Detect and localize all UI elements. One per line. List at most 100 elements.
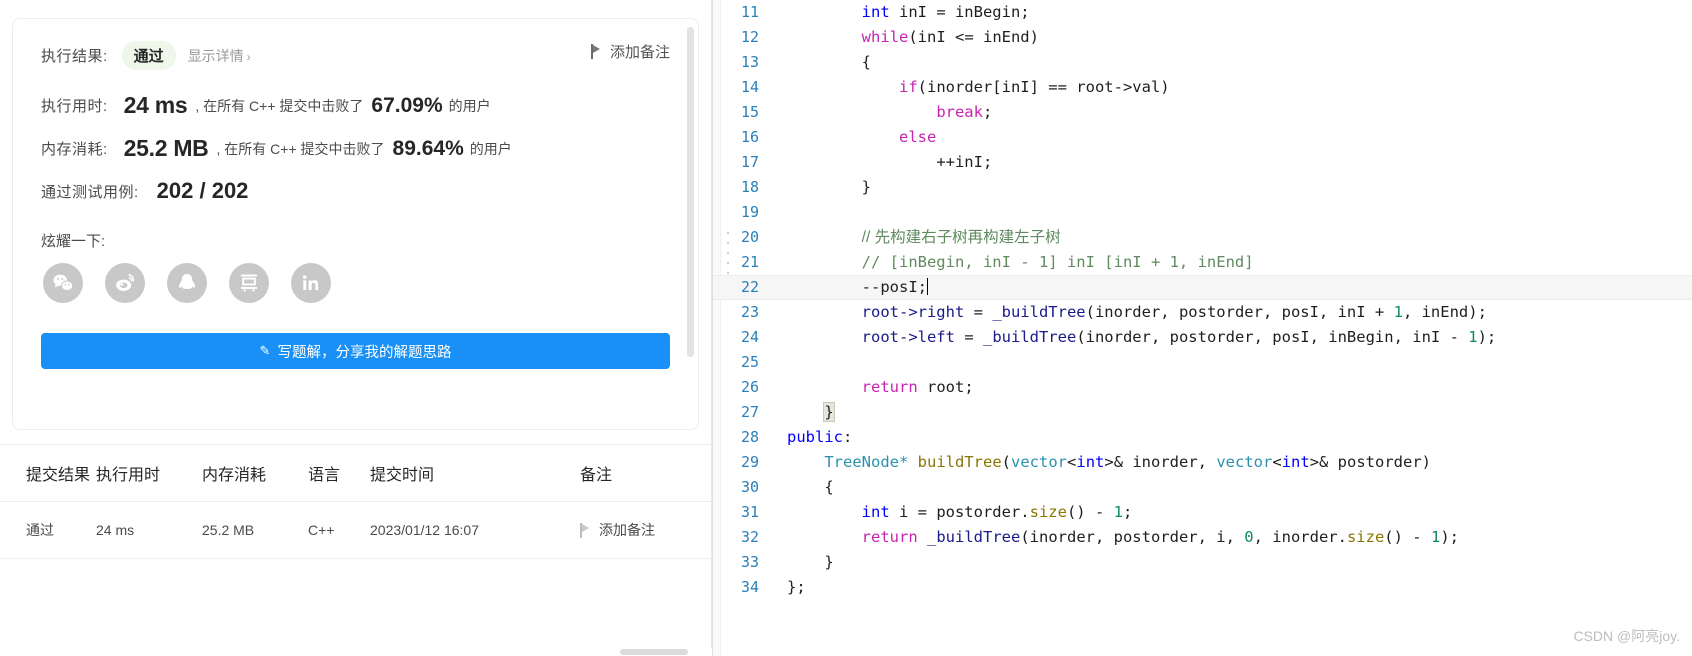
- code-line[interactable]: 30 {: [713, 475, 1692, 500]
- code-token: int: [861, 503, 890, 521]
- code-line[interactable]: 27 }: [713, 400, 1692, 425]
- code-line[interactable]: 14 if(inorder[inI] == root->val): [713, 75, 1692, 100]
- submissions-table-wrapper: 提交结果 执行用时 内存消耗 语言 提交时间 备注 通过 24 ms 25.2 …: [0, 444, 711, 656]
- flag-icon: [590, 44, 603, 59]
- code-token: if: [898, 78, 918, 96]
- code-text: }: [775, 550, 834, 575]
- line-number: 15: [740, 103, 759, 121]
- share-label: 炫耀一下:: [41, 233, 106, 250]
- code-line[interactable]: 22 --posI;: [713, 275, 1692, 300]
- memory-value: 25.2 MB: [123, 135, 209, 161]
- code-line[interactable]: 26 return root;: [713, 375, 1692, 400]
- code-token: }: [824, 553, 834, 571]
- weibo-icon[interactable]: [105, 263, 145, 303]
- line-number: 26: [740, 378, 759, 396]
- code-line[interactable]: 29 TreeNode* buildTree(vector<int>& inor…: [713, 450, 1692, 475]
- code-line[interactable]: 23 root->right = _buildTree(inorder, pos…: [713, 300, 1692, 325]
- write-solution-label: 写题解，分享我的解题思路: [277, 344, 452, 361]
- cell-note[interactable]: 添加备注: [580, 501, 711, 559]
- code-text: return root;: [775, 375, 974, 400]
- code-token: 1: [1468, 328, 1478, 346]
- cell-language: C++: [308, 501, 370, 559]
- linkedin-icon[interactable]: [291, 263, 331, 303]
- code-line[interactable]: 19: [713, 200, 1692, 225]
- code-token: return: [861, 378, 918, 396]
- code-line[interactable]: 13 {: [713, 50, 1692, 75]
- code-token: root->left: [861, 328, 955, 346]
- wechat-icon[interactable]: [43, 263, 83, 303]
- memory-row: 内存消耗: 25.2 MB , 在所有 C++ 提交中击败了 89.64% 的用…: [13, 135, 698, 162]
- code-text: }: [775, 400, 835, 425]
- horizontal-scrollbar[interactable]: [0, 648, 712, 656]
- show-details-label: 显示详情: [187, 47, 244, 64]
- code-line[interactable]: 16 else: [713, 125, 1692, 150]
- code-token: _buildTree: [982, 328, 1077, 346]
- line-number: 19: [740, 203, 759, 221]
- col-submit-time: 提交时间: [370, 445, 580, 502]
- code-line[interactable]: 25: [713, 350, 1692, 375]
- code-line[interactable]: 20 // 先构建右子树再构建左子树: [713, 225, 1692, 250]
- code-token: ;: [982, 103, 993, 121]
- runtime-row: 执行用时: 24 ms , 在所有 C++ 提交中击败了 67.09% 的用户: [13, 92, 698, 119]
- line-number: 29: [740, 453, 759, 471]
- add-note-button[interactable]: 添加备注: [590, 41, 670, 62]
- code-line[interactable]: 31 int i = postorder.size() - 1;: [713, 500, 1692, 525]
- watermark: CSDN @阿亮joy.: [1573, 628, 1680, 644]
- code-line[interactable]: 33 }: [713, 550, 1692, 575]
- testcases-value: 202 / 202: [156, 178, 249, 203]
- line-number: 21: [740, 253, 759, 271]
- flag-icon: [580, 522, 592, 538]
- line-number: 33: [740, 553, 759, 571]
- left-pane-scrollbar[interactable]: [687, 27, 694, 357]
- code-token: return: [861, 528, 918, 546]
- horizontal-scrollbar-thumb[interactable]: [620, 649, 688, 655]
- code-line[interactable]: 24 root->left = _buildTree(inorder, post…: [713, 325, 1692, 350]
- code-line[interactable]: 34};: [713, 575, 1692, 600]
- write-solution-button[interactable]: ✎ 写题解，分享我的解题思路: [41, 333, 670, 369]
- code-line[interactable]: 17 ++inI;: [713, 150, 1692, 175]
- add-note-label: 添加备注: [609, 44, 670, 61]
- status-label: 执行结果:: [41, 48, 108, 65]
- code-text: ++inI;: [775, 150, 992, 175]
- runtime-middle-text: , 在所有 C++ 提交中击败了: [195, 97, 364, 114]
- code-line[interactable]: 21 // [inBegin, inI - 1] inI [inI + 1, i…: [713, 250, 1692, 275]
- code-line[interactable]: 28 public:: [713, 425, 1692, 450]
- runtime-tail-text: 的用户: [448, 97, 491, 114]
- code-token: inI = inBegin;: [889, 3, 1030, 21]
- code-token: size: [1346, 528, 1385, 546]
- code-token: =: [964, 303, 993, 321]
- douban-icon[interactable]: [229, 263, 269, 303]
- code-line[interactable]: 15 break;: [713, 100, 1692, 125]
- qq-icon[interactable]: [167, 263, 207, 303]
- cell-result[interactable]: 通过: [0, 501, 96, 559]
- table-row[interactable]: 通过 24 ms 25.2 MB C++ 2023/01/12 16:07 添加…: [0, 501, 711, 559]
- code-token: int: [861, 3, 890, 21]
- code-text: while(inI <= inEnd): [775, 25, 1039, 50]
- code-line[interactable]: 32 return _buildTree(inorder, postorder,…: [713, 525, 1692, 550]
- table-header-row: 提交结果 执行用时 内存消耗 语言 提交时间 备注: [0, 445, 711, 502]
- runtime-percentile: 67.09%: [371, 93, 443, 117]
- code-token: TreeNode*: [824, 453, 909, 471]
- col-memory: 内存消耗: [202, 445, 308, 502]
- code-token: (inorder, postorder, i,: [1020, 528, 1245, 546]
- code-token: {: [824, 478, 834, 496]
- code-editor[interactable]: 11 int inI = inBegin; 12 while(inI <= inE…: [712, 0, 1692, 656]
- testcases-row: 通过测试用例: 202 / 202: [13, 178, 698, 204]
- code-token: int: [1281, 453, 1310, 471]
- code-token: vector: [1216, 453, 1273, 471]
- line-number: 13: [740, 53, 759, 71]
- code-line[interactable]: 18 }: [713, 175, 1692, 200]
- memory-percentile: 89.64%: [392, 136, 464, 160]
- col-note: 备注: [580, 445, 711, 502]
- code-token: <: [1272, 453, 1282, 471]
- code-line[interactable]: 11 int inI = inBegin;: [713, 0, 1692, 25]
- execution-result-card: 添加备注 执行结果: 通过 显示详情 › 执行用时: 24 ms , 在所有 C+…: [12, 18, 699, 430]
- show-details-link[interactable]: 显示详情 ›: [188, 46, 251, 66]
- code-token: }: [823, 402, 835, 422]
- code-token: --posI;: [861, 278, 927, 296]
- code-line[interactable]: 12 while(inI <= inEnd): [713, 25, 1692, 50]
- cell-note-label: 添加备注: [599, 522, 655, 538]
- cell-runtime: 24 ms: [96, 501, 202, 559]
